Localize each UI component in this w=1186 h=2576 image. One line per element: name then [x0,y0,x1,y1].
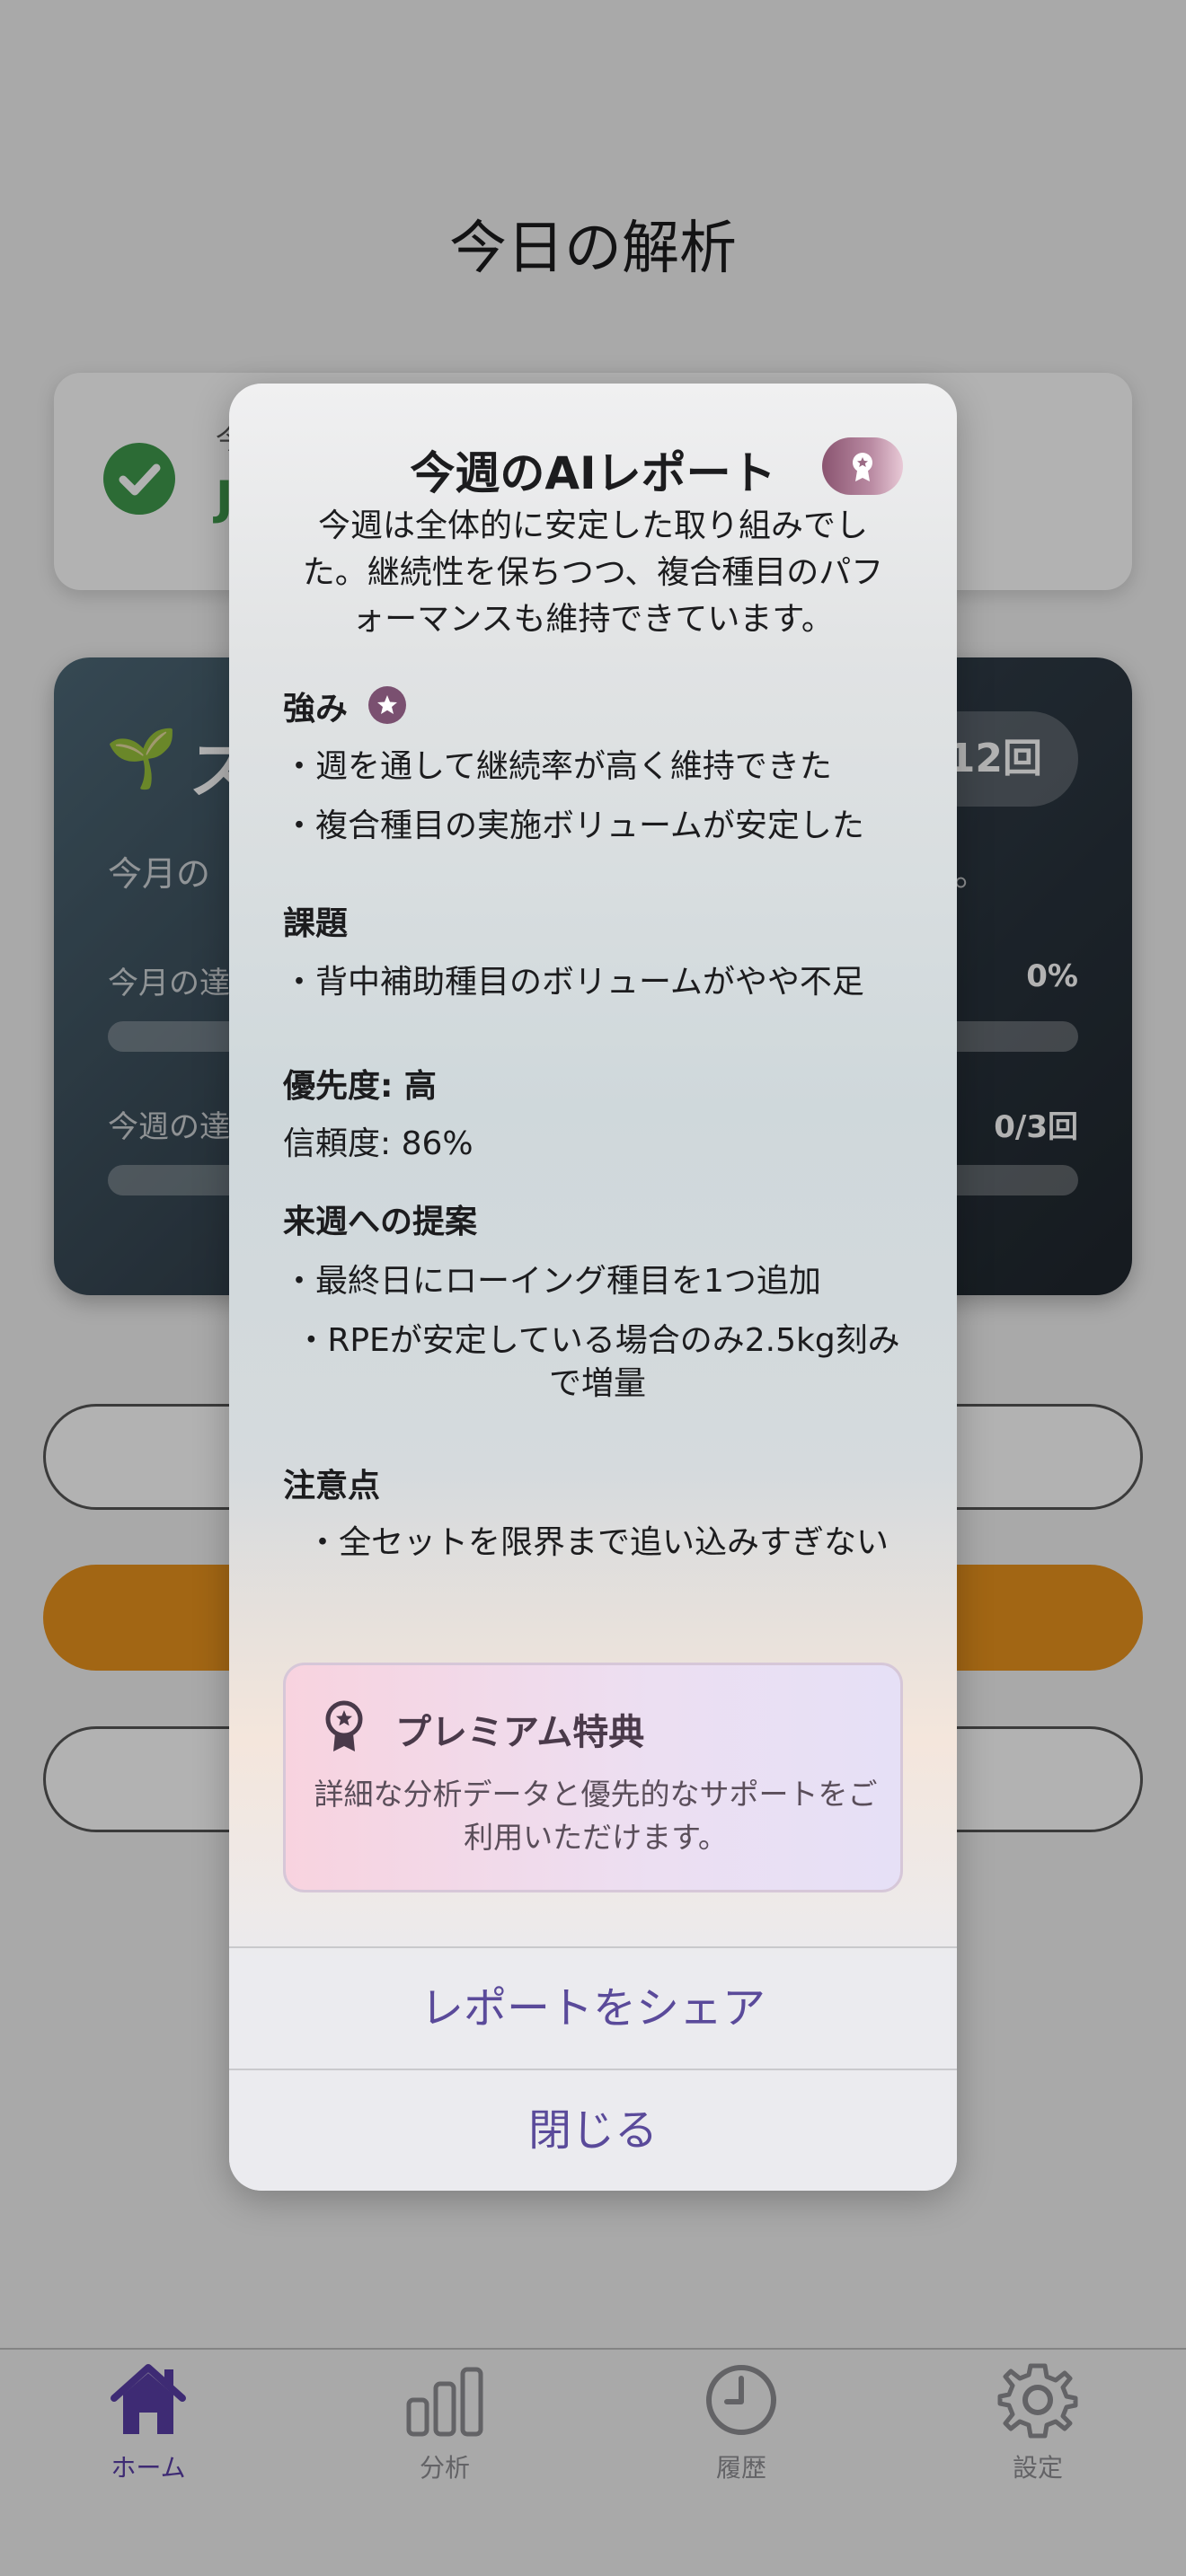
award-icon [325,1700,363,1751]
caution-item: ・全セットを限界まで追い込みすぎない [305,1524,889,1561]
star-icon [368,686,406,724]
premium-benefit-card: プレミアム特典 詳細な分析データと優先的なサポートをご利用いただけます。 [283,1663,903,1892]
award-icon [853,453,872,481]
strength-item: ・複合種目の実施ボリュームが安定した [283,807,864,844]
share-report-button[interactable]: レポートをシェア [229,1948,957,2069]
strengths-heading: 強み [283,691,349,728]
premium-description: 詳細な分析データと優先的なサポートをご利用いただけます。 [314,1777,878,1855]
premium-badge [822,437,903,495]
premium-title: プレミアム特典 [395,1712,645,1753]
suggestions-heading: 来週への提案 [283,1204,478,1240]
cautions-heading: 注意点 [283,1468,381,1504]
report-summary: 今週は全体的に安定した取り組みでした。継続性を保ちつつ、複合種目のパフォーマンス… [302,507,884,638]
ai-report-modal: 今週のAIレポート 今週は全体的に安定した取り組みでした。継続性を保ちつつ、複合… [229,384,957,2191]
suggestion-item: ・RPEが安定している場合のみ2.5kg刻みで増量 [295,1322,900,1402]
priority-text: 優先度: 高 [283,1068,437,1105]
issues-heading: 課題 [283,905,349,942]
confidence-text: 信頼度: 86% [283,1125,474,1162]
close-button[interactable]: 閉じる [229,2070,957,2191]
suggestion-item: ・最終日にローイング種目を1つ追加 [283,1263,821,1300]
strength-item: ・週を通して継続率が高く維持できた [283,748,832,785]
issue-item: ・背中補助種目のボリュームがやや不足 [283,964,864,1001]
